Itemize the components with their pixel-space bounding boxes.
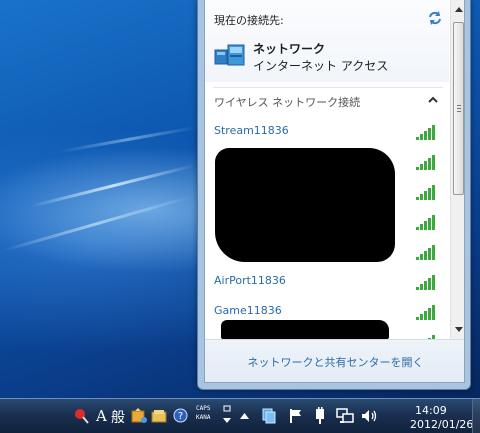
grip-line	[457, 108, 461, 109]
copy-icon[interactable]	[262, 408, 276, 424]
signal-strength-icon	[416, 305, 435, 320]
open-network-sharing-center-link[interactable]: ネットワークと共有センターを開く	[205, 354, 464, 370]
action-center-flag-icon[interactable]	[289, 408, 303, 424]
clock-date[interactable]: 2012/01/26	[410, 418, 473, 431]
wireless-network-item[interactable]: AirPort11836	[205, 268, 449, 296]
svg-text:?: ?	[178, 411, 183, 422]
scroll-down-button[interactable]	[451, 321, 464, 338]
network-tray-icon[interactable]	[336, 408, 354, 424]
caps-kana-indicator[interactable]: CAPS KANA	[196, 404, 210, 422]
kana-label: KANA	[196, 414, 211, 421]
dictionary-icon[interactable]	[151, 409, 168, 423]
chevron-down-icon[interactable]	[223, 418, 231, 424]
signal-strength-icon	[416, 275, 435, 290]
signal-strength-icon	[416, 185, 435, 200]
section-divider	[213, 87, 443, 88]
chevron-up-icon[interactable]	[427, 95, 439, 105]
wireless-network-name: Stream11836	[214, 124, 289, 137]
network-icon	[214, 44, 245, 66]
redaction-block	[215, 148, 395, 262]
signal-strength-icon	[416, 125, 435, 140]
network-list-scrollbar[interactable]	[450, 0, 464, 339]
ime-options-icon[interactable]	[223, 405, 231, 413]
redaction-block	[221, 320, 389, 339]
arrow-down-icon	[454, 326, 463, 332]
current-connection-section: 現在の接続先: ネットワーク インターネット アクセス	[205, 0, 449, 82]
refresh-icon[interactable]	[427, 10, 443, 26]
scroll-thumb[interactable]	[453, 22, 464, 195]
network-name: ネットワーク	[253, 42, 326, 56]
help-icon[interactable]: ?	[173, 408, 188, 423]
show-hidden-icons-icon[interactable]	[240, 412, 249, 419]
volume-icon[interactable]	[361, 409, 379, 423]
wireless-network-item[interactable]: Stream11836	[205, 118, 449, 146]
caps-label: CAPS	[196, 405, 211, 412]
flyout-footer: ネットワークと共有センターを開く	[205, 339, 464, 382]
wireless-network-name: Game11836	[214, 304, 282, 317]
grip-line	[457, 111, 461, 112]
show-desktop-button[interactable]	[472, 399, 480, 433]
wireless-section-label[interactable]: ワイヤレス ネットワーク接続	[214, 94, 360, 110]
ime-tool-icon[interactable]	[131, 408, 148, 424]
scroll-up-button[interactable]	[451, 0, 464, 17]
network-status: インターネット アクセス	[253, 59, 389, 73]
clock-time[interactable]: 14:09	[415, 404, 447, 417]
flyout-panel: 現在の接続先: ネットワーク インターネット アクセス ワイヤレス ネットワーク…	[204, 0, 465, 383]
network-flyout: 現在の接続先: ネットワーク インターネット アクセス ワイヤレス ネットワーク…	[197, 0, 471, 390]
ime-kanji-indicator[interactable]: 般	[111, 407, 125, 427]
wallpaper-streak	[0, 194, 193, 253]
signal-strength-icon	[416, 245, 435, 260]
signal-strength-icon	[416, 215, 435, 230]
ime-mode-indicator[interactable]: A	[96, 407, 107, 425]
taskbar: A 般 ? CAPS KANA 14:09 2012/01/26	[0, 398, 480, 433]
wallpaper-streak	[59, 125, 199, 153]
arrow-up-icon	[454, 6, 463, 12]
current-connection-label: 現在の接続先:	[214, 14, 284, 27]
power-plug-icon[interactable]	[313, 407, 327, 425]
wireless-network-name: AirPort11836	[214, 274, 286, 287]
signal-strength-icon	[416, 155, 435, 170]
grip-line	[457, 105, 461, 106]
pin-icon[interactable]	[74, 408, 90, 424]
